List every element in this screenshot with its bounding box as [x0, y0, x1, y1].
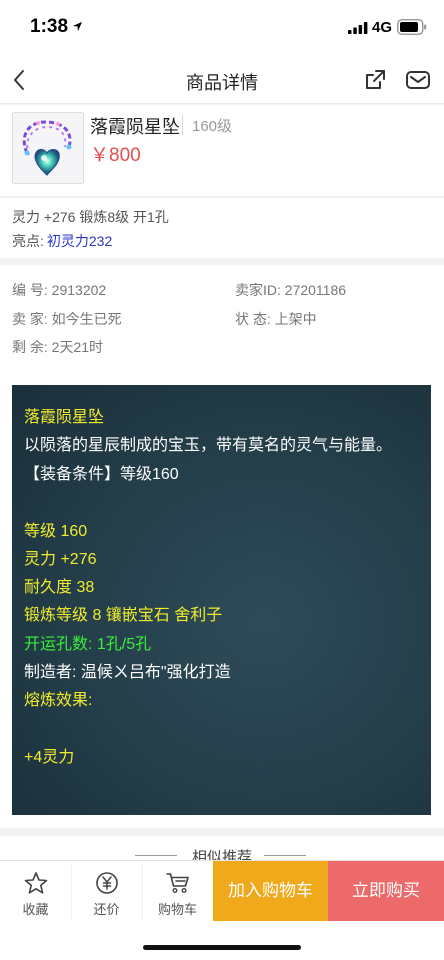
bargain-label: 还价: [93, 902, 120, 917]
desc-spirit: 灵力 +276: [24, 551, 97, 568]
add-to-cart-button[interactable]: 加入购物车: [213, 861, 328, 921]
divider: [182, 115, 183, 135]
serial-number: 编 号: 2913202: [12, 282, 107, 298]
seller-id: 卖家ID: 27201186: [235, 282, 347, 298]
desc-requirement: 【装备条件】等级160: [24, 466, 179, 483]
product-summary: 落霞陨星坠 160级 ￥800: [0, 105, 444, 197]
trade-info: 编 号: 2913202 卖家ID: 27201186 卖 家: 如今生已死 状…: [0, 265, 444, 373]
shopping-cart-icon: [166, 873, 189, 894]
desc-smelt-value: +4灵力: [24, 749, 75, 766]
favorite-label: 收藏: [22, 902, 49, 917]
status-time: 1:38: [30, 16, 69, 37]
yen-circle-icon: [96, 872, 118, 894]
home-indicator: [143, 945, 301, 950]
location-arrow-icon: [72, 21, 83, 32]
divider: [264, 855, 306, 856]
highlight-row: 亮点: 初灵力232: [12, 231, 112, 251]
highlight-label: 亮点:: [12, 233, 44, 249]
status-bar: 1:38 4G: [0, 0, 444, 56]
cellular-signal-icon: [348, 22, 368, 34]
nav-bar: 商品详情: [0, 56, 444, 104]
product-level: 160级: [192, 118, 233, 135]
item-description-panel: 落霞陨星坠 以陨落的星辰制成的宝玉，带有莫名的灵气与能量。 【装备条件】等级16…: [12, 385, 431, 815]
attribute-line: 灵力 +276 锻炼8级 开1孔: [12, 209, 169, 225]
desc-holes: 开运孔数: 1孔/5孔: [24, 636, 152, 653]
bottom-action-bar: 收藏 还价 购物车 加入购物车 立即购买: [0, 860, 444, 960]
desc-maker: 制造者: 温候ㄨ吕布"强化打造: [24, 664, 231, 681]
cart-button[interactable]: 购物车: [142, 861, 213, 921]
seller-name: 卖 家: 如今生已死: [12, 311, 122, 327]
product-price: ￥800: [90, 145, 141, 166]
product-image[interactable]: [12, 112, 84, 184]
product-name: 落霞陨星坠: [90, 117, 180, 137]
buy-now-button[interactable]: 立即购买: [328, 861, 444, 921]
time-remaining: 剩 余: 2天21时: [12, 339, 104, 355]
item-description-section: 落霞陨星坠 以陨落的星辰制成的宝玉，带有莫名的灵气与能量。 【装备条件】等级16…: [0, 373, 444, 828]
desc-item-name: 落霞陨星坠: [24, 409, 105, 426]
related-title: 相似推荐: [191, 849, 252, 860]
desc-intro: 以陨落的星辰制成的宝玉，带有莫名的灵气与能量。: [24, 437, 393, 454]
desc-level: 等级 160: [24, 523, 88, 540]
desc-forge: 锻炼等级 8 镶嵌宝石 舍利子: [24, 607, 223, 624]
battery-icon: [397, 19, 427, 35]
listing-status: 状 态: 上架中: [235, 311, 317, 327]
network-type: 4G: [372, 19, 393, 36]
star-icon: [24, 872, 48, 894]
pendant-image: [13, 113, 83, 183]
desc-smelt-label: 熔炼效果:: [24, 692, 93, 709]
bargain-button[interactable]: 还价: [71, 861, 142, 921]
related-header: 相似推荐: [0, 836, 444, 860]
highlight-value: 初灵力232: [46, 233, 113, 249]
mail-icon[interactable]: [405, 68, 431, 92]
favorite-button[interactable]: 收藏: [0, 861, 71, 921]
desc-durability: 耐久度 38: [24, 579, 95, 596]
cart-label: 购物车: [157, 902, 197, 917]
attribute-summary: 灵力 +276 锻炼8级 开1孔 亮点: 初灵力232: [0, 198, 444, 258]
share-icon[interactable]: [363, 68, 387, 92]
